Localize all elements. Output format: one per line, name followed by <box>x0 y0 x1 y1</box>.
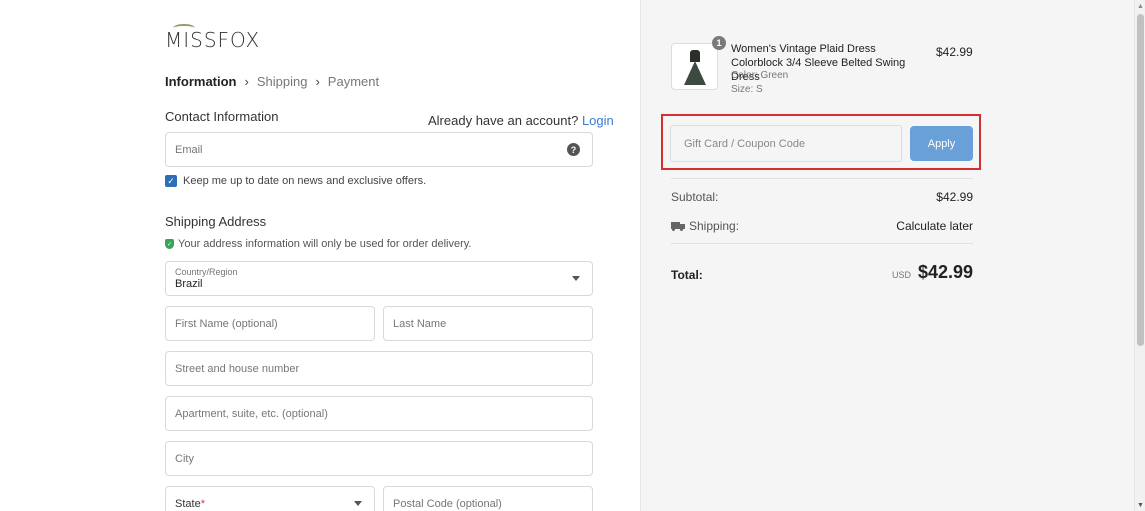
scroll-down-icon[interactable]: ▼ <box>1137 502 1144 509</box>
total-value: $42.99 <box>917 262 973 282</box>
shipping-value: Calculate later <box>896 219 973 233</box>
checkout-form-panel: MISSFOX Information › Shipping › Payment… <box>0 0 640 511</box>
last-name-placeholder: Last Name <box>393 317 447 330</box>
newsletter-option[interactable]: ✓ Keep me up to date on news and exclusi… <box>165 175 426 187</box>
quantity-badge: 1 <box>712 36 726 50</box>
chevron-right-icon: › <box>244 74 249 89</box>
brand-logo[interactable]: MISSFOX <box>165 28 260 52</box>
scrollbar[interactable]: ▲ ▼ <box>1134 0 1145 511</box>
truck-icon <box>671 222 685 232</box>
required-mark: * <box>200 497 205 510</box>
postal-code-field[interactable]: Postal Code (optional) <box>383 486 593 511</box>
street-field[interactable]: Street and house number <box>165 351 593 386</box>
street-placeholder: Street and house number <box>175 362 300 375</box>
product-color: Color: Green <box>731 70 789 81</box>
scroll-up-icon[interactable]: ▲ <box>1137 3 1144 10</box>
first-name-field[interactable]: First Name (optional) <box>165 306 375 341</box>
coupon-code-input[interactable]: Gift Card / Coupon Code <box>670 125 902 162</box>
login-link[interactable]: Login <box>582 113 614 128</box>
country-value: Brazil <box>175 278 203 290</box>
product-size: Size: S <box>731 84 763 95</box>
coupon-placeholder: Gift Card / Coupon Code <box>684 137 806 150</box>
product-image <box>671 43 718 90</box>
shipping-row: Shipping: <box>671 219 739 233</box>
email-placeholder: Email <box>175 143 203 156</box>
account-prompt: Already have an account? Login <box>428 113 614 128</box>
account-prompt-text: Already have an account? <box>428 113 579 128</box>
apply-coupon-button[interactable]: Apply <box>910 126 973 161</box>
total-label: Total: <box>671 268 703 282</box>
country-select[interactable]: Country/Region Brazil <box>165 261 593 296</box>
contact-section-title: Contact Information <box>165 109 279 124</box>
newsletter-label: Keep me up to date on news and exclusive… <box>183 175 427 187</box>
help-icon[interactable]: ? <box>567 143 580 156</box>
shipping-section-title: Shipping Address <box>165 214 267 229</box>
chevron-right-icon: › <box>315 74 320 89</box>
dress-thumbnail <box>684 50 706 86</box>
checkbox-checked-icon[interactable]: ✓ <box>165 175 177 187</box>
privacy-note: ✓ Your address information will only be … <box>165 238 471 250</box>
breadcrumb: Information › Shipping › Payment <box>165 74 379 89</box>
breadcrumb-information: Information <box>165 74 237 89</box>
shipping-label: Shipping: <box>689 219 740 233</box>
city-field[interactable]: City <box>165 441 593 476</box>
divider <box>671 243 973 244</box>
breadcrumb-payment[interactable]: Payment <box>328 74 379 89</box>
state-label: State <box>175 497 201 510</box>
breadcrumb-shipping[interactable]: Shipping <box>257 74 308 89</box>
city-placeholder: City <box>175 452 194 465</box>
last-name-field[interactable]: Last Name <box>383 306 593 341</box>
state-select[interactable]: State * <box>165 486 375 511</box>
divider <box>671 178 973 179</box>
shield-check-icon: ✓ <box>165 239 174 249</box>
caret-down-icon <box>354 501 362 506</box>
subtotal-value: $42.99 <box>936 190 973 204</box>
postal-placeholder: Postal Code (optional) <box>393 497 502 510</box>
product-price: $42.99 <box>936 45 973 59</box>
subtotal-label: Subtotal: <box>671 190 719 204</box>
apartment-field[interactable]: Apartment, suite, etc. (optional) <box>165 396 593 431</box>
apartment-placeholder: Apartment, suite, etc. (optional) <box>175 407 328 420</box>
first-name-placeholder: First Name (optional) <box>175 317 278 330</box>
country-label: Country/Region <box>175 267 238 277</box>
email-field[interactable]: Email ? <box>165 132 593 167</box>
total-currency: USD <box>892 270 912 280</box>
scrollbar-thumb[interactable] <box>1137 14 1144 346</box>
privacy-note-text: Your address information will only be us… <box>178 238 472 250</box>
caret-down-icon <box>572 276 580 281</box>
